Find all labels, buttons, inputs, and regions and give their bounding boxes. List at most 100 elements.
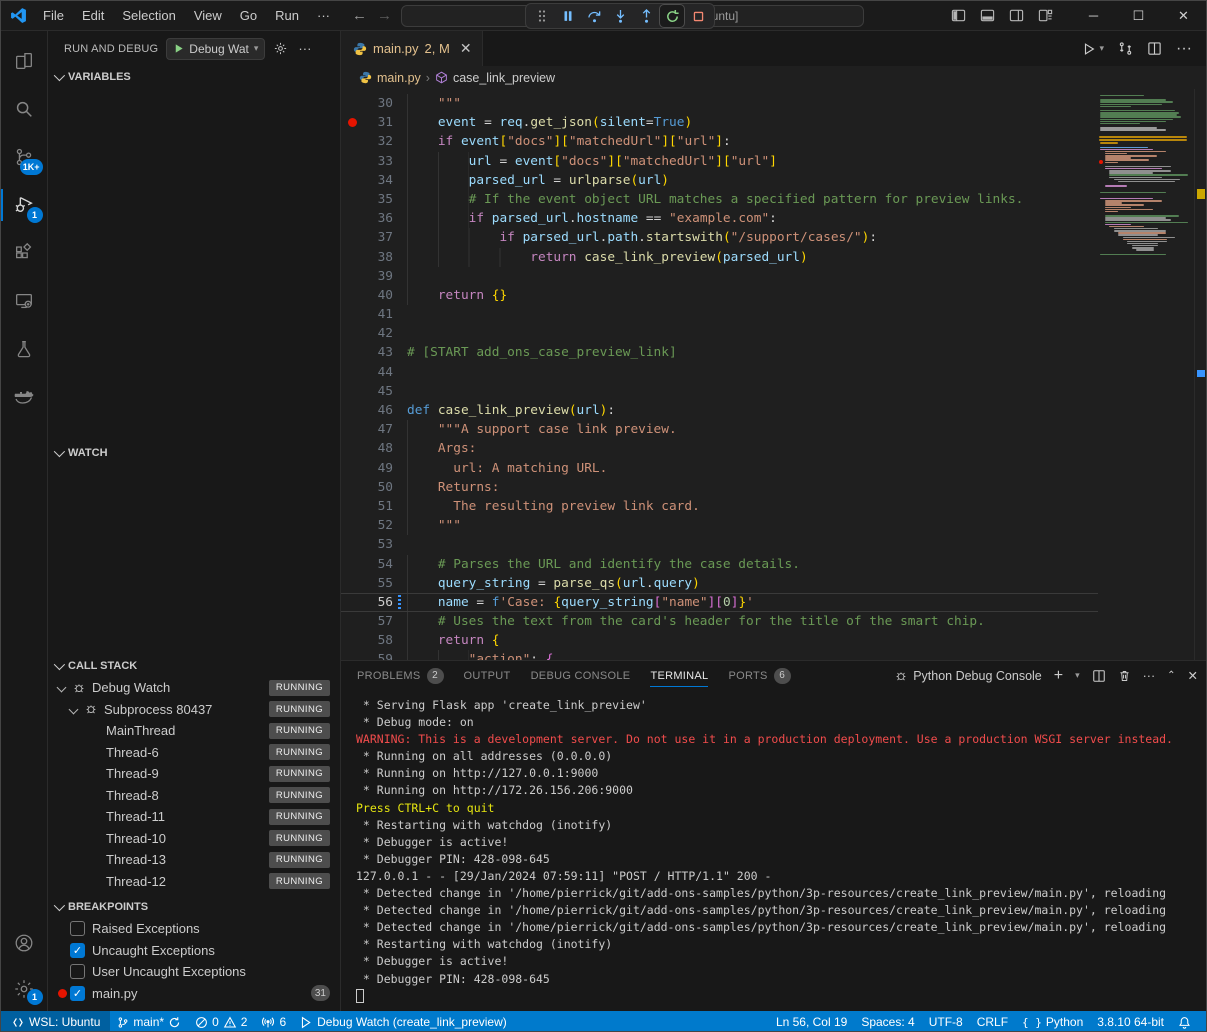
minimize-button[interactable]: ─ [1071,1,1116,31]
callstack-row[interactable]: Thread-13RUNNING [48,849,340,871]
line-number[interactable]: 53 [363,535,393,554]
breakpoint-gutter[interactable] [341,593,363,612]
breadcrumb-file[interactable]: main.py [377,71,421,85]
code-line-54[interactable]: 54 # Parses the URL and identify the cas… [341,555,1098,574]
line-number[interactable]: 59 [363,650,393,660]
breakpoint-gutter[interactable] [341,228,363,247]
menu-view[interactable]: View [186,5,230,26]
status-main-[interactable]: main* [110,1011,188,1032]
breakpoint-gutter[interactable] [341,612,363,631]
close-button[interactable]: ✕ [1161,1,1206,31]
callstack-row[interactable]: Thread-11RUNNING [48,806,340,828]
panel-tab-ports[interactable]: PORTS6 [728,661,790,690]
code-line-47[interactable]: 47 """A support case link preview. [341,420,1098,439]
customize-layout-icon[interactable] [1038,8,1053,23]
code-line-56[interactable]: 56 name = f'Case: {query_string["name"][… [341,593,1098,612]
breakpoint-gutter[interactable] [341,113,363,132]
stop-button[interactable] [686,5,710,27]
callstack-row[interactable]: Thread-12RUNNING [48,871,340,893]
breakpoint-gutter[interactable] [341,459,363,478]
code-line-46[interactable]: 46def case_link_preview(url): [341,401,1098,420]
breakpoints-section-header[interactable]: BREAKPOINTS [48,896,340,918]
code-line-53[interactable]: 53 [341,535,1098,554]
breakpoint-gutter[interactable] [341,478,363,497]
code-line-57[interactable]: 57 # Uses the text from the card's heade… [341,612,1098,631]
code-line-38[interactable]: 38 return case_link_preview(parsed_url) [341,248,1098,267]
code-line-32[interactable]: 32 if event["docs"]["matchedUrl"]["url"]… [341,132,1098,151]
split-terminal-icon[interactable] [1092,669,1106,683]
pause-button[interactable] [556,5,580,27]
menu-run[interactable]: Run [267,5,307,26]
callstack-row[interactable]: Debug WatchRUNNING [48,677,340,699]
new-terminal-icon[interactable]: + [1054,667,1063,685]
breakpoint-row[interactable]: Raised Exceptions [48,918,340,940]
code-line-31[interactable]: 31 event = req.get_json(silent=True) [341,113,1098,132]
line-number[interactable]: 30 [363,94,393,113]
status-6[interactable]: 6 [254,1011,293,1032]
docker-icon[interactable] [1,373,48,421]
status-0[interactable]: 02 [188,1011,254,1032]
code-line-52[interactable]: 52 """ [341,516,1098,535]
forward-arrow-icon[interactable]: → [377,7,392,24]
breakpoint-gutter[interactable] [341,209,363,228]
code-line-49[interactable]: 49 url: A matching URL. [341,459,1098,478]
line-number[interactable]: 42 [363,324,393,343]
split-editor-icon[interactable] [1147,41,1162,56]
code-line-59[interactable]: 59 "action": { [341,650,1098,660]
code-line-45[interactable]: 45 [341,382,1098,401]
terminal-instance-label[interactable]: Python Debug Console [894,669,1042,683]
panel-tab-terminal[interactable]: TERMINAL [650,661,708,690]
breakpoint-checkbox[interactable] [70,921,85,936]
line-number[interactable]: 49 [363,459,393,478]
code-line-42[interactable]: 42 [341,324,1098,343]
breakpoint-gutter[interactable] [341,401,363,420]
menu-selection[interactable]: Selection [114,5,183,26]
code-line-35[interactable]: 35 # If the event object URL matches a s… [341,190,1098,209]
code-line-44[interactable]: 44 [341,363,1098,382]
status-debug-watch-create-link-preview-[interactable]: Debug Watch (create_link_preview) [293,1011,514,1032]
sidebar-more-actions-icon[interactable]: ··· [298,41,311,56]
line-number[interactable]: 40 [363,286,393,305]
step-over-button[interactable] [582,5,606,27]
panel-tab-output[interactable]: OUTPUT [464,661,511,690]
callstack-row[interactable]: Thread-6RUNNING [48,742,340,764]
editor-more-actions-icon[interactable]: ··· [1176,40,1192,58]
breakpoint-gutter[interactable] [341,535,363,554]
tab-close-icon[interactable]: ✕ [460,40,472,57]
step-into-button[interactable] [608,5,632,27]
menu-[interactable]: ··· [309,5,338,26]
breakpoint-gutter[interactable] [341,650,363,660]
run-and-debug-icon[interactable]: 1 [1,181,48,229]
toggle-panel-icon[interactable] [980,8,995,23]
code-line-51[interactable]: 51 The resulting preview link card. [341,497,1098,516]
status-wsl-ubuntu[interactable]: WSL: Ubuntu [1,1011,110,1032]
extensions-icon[interactable] [1,229,48,277]
code-line-33[interactable]: 33 url = event["docs"]["matchedUrl"]["ur… [341,152,1098,171]
breadcrumbs[interactable]: main.py › case_link_preview [341,66,1206,89]
breakpoint-row[interactable]: ✓Uncaught Exceptions [48,940,340,962]
breakpoint-gutter[interactable] [341,267,363,286]
breakpoint-gutter[interactable] [341,555,363,574]
code-line-37[interactable]: 37 if parsed_url.path.startswith("/suppo… [341,228,1098,247]
minimap[interactable] [1098,89,1194,660]
status-bell[interactable] [1171,1011,1198,1032]
debug-settings-gear-icon[interactable] [273,41,288,56]
terminal-output[interactable]: * Serving Flask app 'create_link_preview… [341,690,1206,1011]
menu-file[interactable]: File [35,5,72,26]
status-crlf[interactable]: CRLF [970,1011,1015,1032]
variables-section-header[interactable]: VARIABLES [48,66,340,88]
breakpoint-gutter[interactable] [341,382,363,401]
line-number[interactable]: 57 [363,612,393,631]
settings-gear-icon[interactable]: 1 [1,967,48,1011]
breakpoint-gutter[interactable] [341,94,363,113]
line-number[interactable]: 36 [363,209,393,228]
callstack-row[interactable]: Subprocess 80437RUNNING [48,699,340,721]
code-line-41[interactable]: 41 [341,305,1098,324]
breakpoint-gutter[interactable] [341,286,363,305]
breakpoint-gutter[interactable] [341,324,363,343]
run-python-file-button[interactable]: ▾ [1082,42,1104,56]
code-line-34[interactable]: 34 parsed_url = urlparse(url) [341,171,1098,190]
line-number[interactable]: 43 [363,343,393,362]
breakpoint-gutter[interactable] [341,305,363,324]
breakpoint-gutter[interactable] [341,516,363,535]
